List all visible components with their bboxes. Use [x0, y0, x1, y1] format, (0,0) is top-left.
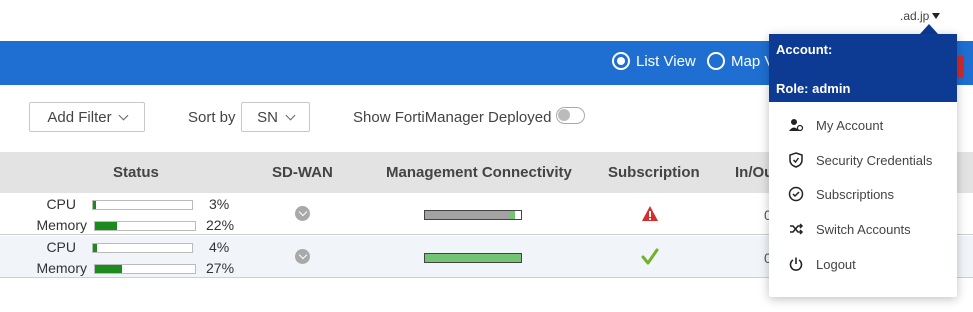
sort-select[interactable]: SN: [241, 102, 310, 132]
memory-meter-fill: [95, 222, 117, 230]
menu-item-subscriptions[interactable]: Subscriptions: [769, 179, 957, 209]
check-circle-icon: [788, 186, 804, 202]
shield-icon: [788, 152, 804, 168]
role-label: Role: admin: [776, 81, 851, 96]
chevron-down-icon: [118, 110, 129, 120]
menu-item-label: Subscriptions: [816, 186, 895, 202]
memory-meter-fill: [95, 265, 122, 273]
list-view-option[interactable]: List View: [612, 52, 696, 70]
menu-item-my-account[interactable]: My Account: [769, 110, 957, 140]
memory-meter: [94, 221, 196, 231]
show-fortimanager-toggle[interactable]: [556, 107, 585, 124]
cpu-label: CPU: [46, 239, 76, 255]
memory-label: Memory: [36, 260, 87, 276]
dropdown-pointer: [920, 24, 938, 34]
download-icon[interactable]: [295, 206, 310, 221]
map-view-option[interactable]: Map V: [707, 52, 774, 70]
radio-unselected-icon: [707, 52, 725, 70]
radio-selected-icon: [612, 52, 630, 70]
menu-item-security-credentials[interactable]: Security Credentials: [769, 145, 957, 175]
cpu-meter-fill: [93, 201, 96, 209]
menu-item-label: My Account: [816, 117, 884, 133]
memory-value: 27%: [206, 260, 235, 276]
column-header-sdwan[interactable]: SD-WAN: [272, 164, 333, 181]
cpu-meter-fill: [93, 244, 97, 252]
column-header-subscription[interactable]: Subscription: [608, 164, 700, 181]
memory-meter: [94, 264, 196, 274]
menu-item-label: Security Credentials: [816, 152, 933, 168]
menu-item-label: Switch Accounts: [816, 221, 911, 237]
column-header-status[interactable]: Status: [113, 164, 159, 181]
account-name: .ad.jp: [900, 9, 930, 23]
add-filter-button[interactable]: Add Filter: [29, 102, 145, 132]
connectivity-fill: [425, 211, 516, 219]
account-menu-toggle[interactable]: .ad.jp: [900, 9, 941, 23]
warning-icon: [642, 206, 658, 221]
show-fortimanager-label: Show FortiManager Deployed: [353, 109, 552, 126]
power-icon: [788, 256, 804, 272]
add-filter-label: Add Filter: [47, 108, 112, 126]
column-header-in-out[interactable]: In/Ou: [735, 164, 773, 181]
connectivity-fill: [425, 254, 521, 262]
cpu-meter: [92, 243, 193, 253]
menu-item-switch-accounts[interactable]: Switch Accounts: [769, 214, 957, 244]
cpu-value: 3%: [209, 196, 230, 212]
management-connectivity-bar: [424, 253, 522, 263]
memory-label: Memory: [36, 217, 87, 233]
caret-down-icon: [932, 13, 941, 19]
memory-value: 22%: [206, 217, 235, 233]
account-dropdown-menu: Account: Role: admin My Account Security…: [769, 34, 957, 297]
menu-item-logout[interactable]: Logout: [769, 249, 957, 279]
download-icon[interactable]: [295, 249, 310, 264]
account-label: Account:: [776, 42, 833, 57]
shuffle-icon: [788, 221, 804, 237]
banner-edge-badge: [957, 56, 964, 78]
cpu-label: CPU: [46, 196, 76, 212]
cpu-value: 4%: [209, 239, 230, 255]
menu-item-label: Logout: [816, 256, 856, 272]
fortigate-cloud-page: .ad.jp List View Map V Add Filter Sort b…: [0, 0, 973, 312]
sort-value: SN: [257, 108, 278, 126]
cpu-meter: [92, 200, 193, 210]
management-connectivity-bar: [424, 210, 522, 220]
map-view-label: Map V: [731, 52, 775, 70]
column-header-management-connectivity[interactable]: Management Connectivity: [386, 164, 572, 181]
checkmark-icon: [641, 248, 659, 265]
sort-by-label: Sort by: [188, 109, 236, 126]
account-menu-header: Account: Role: admin: [769, 34, 957, 102]
list-view-label: List View: [636, 52, 696, 70]
user-icon: [788, 117, 804, 133]
chevron-down-icon: [285, 110, 296, 120]
toggle-knob: [558, 109, 570, 121]
